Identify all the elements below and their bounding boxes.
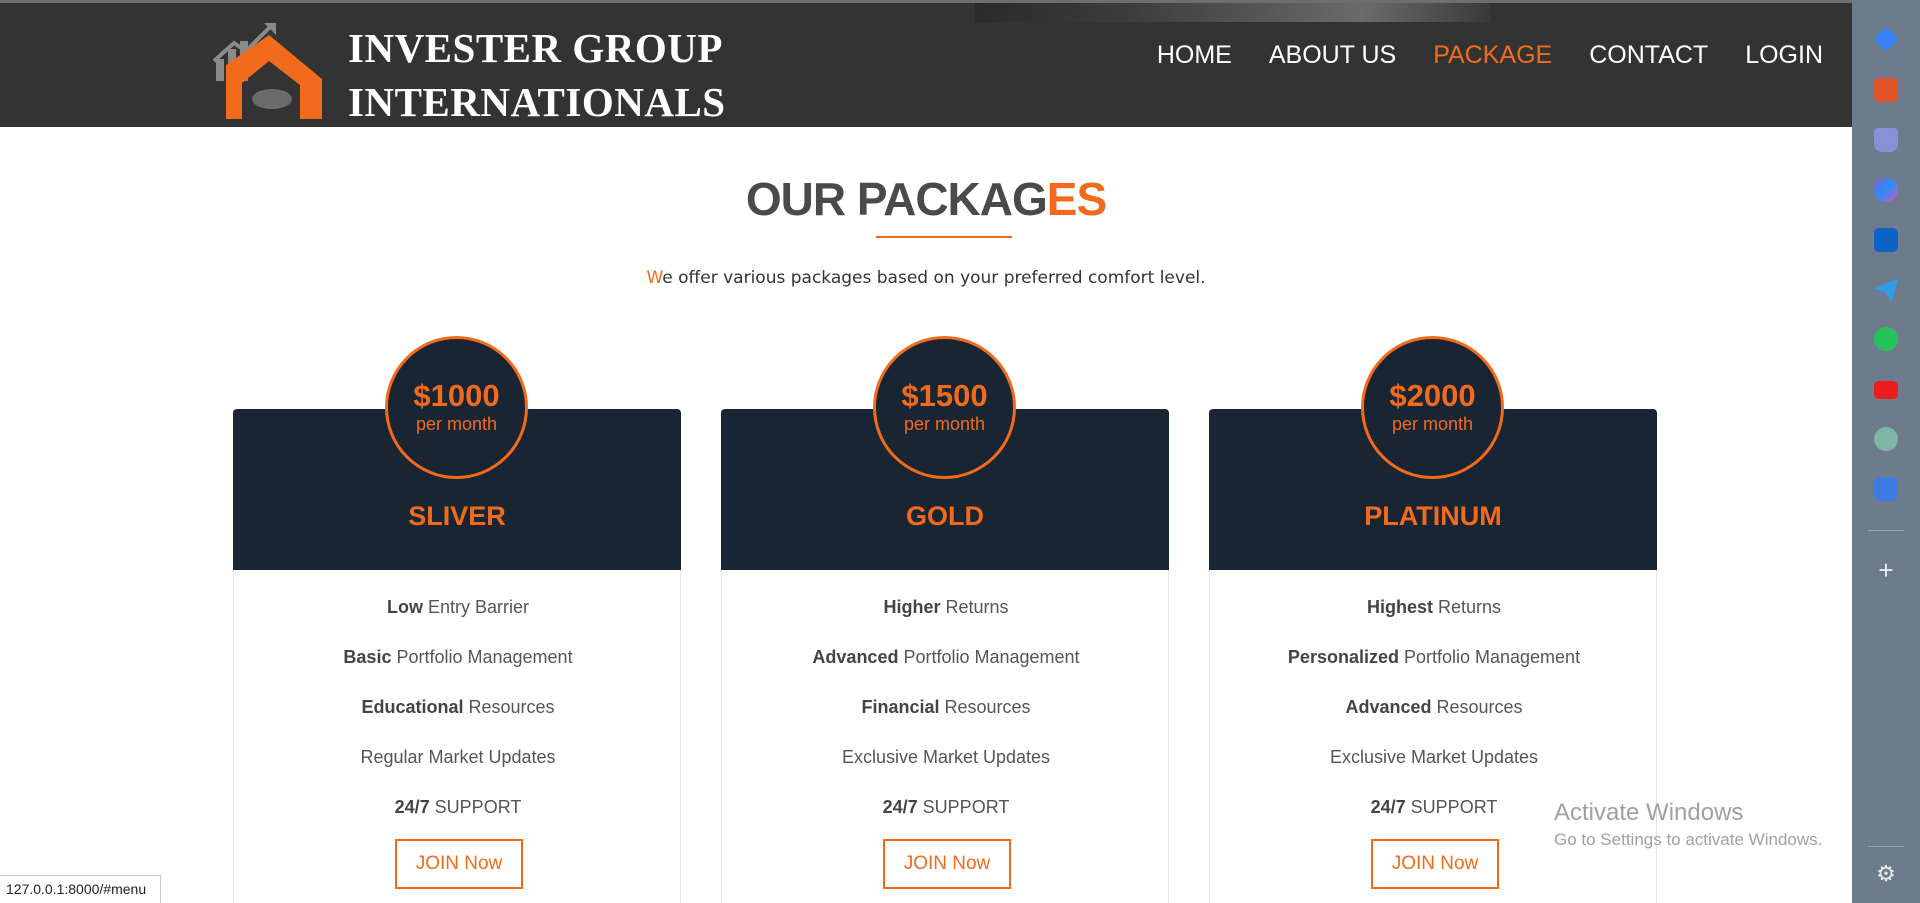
feature-list: Higher Returns Advanced Portfolio Manage… (722, 596, 1170, 846)
section-title-main: OUR PACKAG (745, 173, 1048, 225)
header-background-photo (975, 3, 1490, 22)
sidebar-divider (1868, 530, 1904, 531)
section-title: OUR PACKAGES (0, 172, 1852, 226)
package-name: GOLD (906, 501, 984, 531)
price-amount: $1000 (413, 378, 500, 413)
feature-item: Regular Market Updates (360, 747, 556, 767)
settings-gear-icon[interactable]: ⚙ (1874, 862, 1898, 886)
watermark-line1: Activate Windows (1554, 799, 1744, 826)
package-card-silver: SLIVER Low Entry Barrier Basic Portfolio… (233, 409, 681, 903)
join-now-button[interactable]: JOIN Now (883, 839, 1011, 889)
title-underline (876, 236, 1012, 238)
outlook-icon[interactable] (1874, 228, 1898, 252)
tag-icon[interactable] (1873, 26, 1899, 52)
price-period: per month (1391, 414, 1474, 434)
price-badge: $1500 per month (873, 336, 1016, 479)
chess-icon[interactable] (1874, 128, 1898, 152)
feature-item: Exclusive Market Updates (841, 747, 1051, 767)
feature-item: Basic Portfolio Management (343, 647, 573, 667)
price-amount: $2000 (1389, 378, 1476, 413)
feature-item: Financial Resources (861, 697, 1031, 717)
nav-package[interactable]: PACKAGE (1433, 39, 1552, 71)
join-now-button[interactable]: JOIN Now (395, 839, 523, 889)
site-header: INVESTER GROUP INTERNATIONALS HOME ABOUT… (0, 0, 1852, 127)
feature-item: Low Entry Barrier (386, 597, 530, 617)
brand-name-line1: INVESTER GROUP (348, 25, 723, 71)
subtitle-first-letter: W (646, 268, 663, 288)
package-name: PLATINUM (1364, 501, 1502, 531)
price-badge: $1000 per month (385, 336, 528, 479)
feature-item: Advanced Resources (1345, 697, 1523, 717)
nav-contact[interactable]: CONTACT (1589, 39, 1708, 71)
feature-item: Educational Resources (361, 697, 555, 717)
feature-item: Personalized Portfolio Management (1287, 647, 1581, 667)
price-period: per month (415, 414, 498, 434)
send-icon[interactable] (1874, 278, 1898, 302)
section-subtitle: We offer various packages based on your … (0, 268, 1852, 288)
section-title-accent: ES (1046, 173, 1107, 225)
main-nav: HOME ABOUT US PACKAGE CONTACT LOGIN (1157, 39, 1823, 71)
feature-item: Exclusive Market Updates (1329, 747, 1539, 767)
feature-item: Advanced Portfolio Management (812, 647, 1080, 667)
price-badge: $2000 per month (1361, 336, 1504, 479)
youtube-icon[interactable] (1874, 381, 1898, 399)
chatgpt-icon[interactable] (1874, 427, 1898, 451)
nav-home[interactable]: HOME (1157, 39, 1232, 71)
price-amount: $1500 (901, 378, 988, 413)
translate-icon[interactable] (1874, 477, 1898, 501)
watermark-line2: Go to Settings to activate Windows. (1554, 830, 1823, 849)
whatsapp-icon[interactable] (1874, 327, 1898, 351)
copilot-icon[interactable] (1874, 178, 1898, 202)
nav-login[interactable]: LOGIN (1745, 39, 1823, 71)
browser-sidebar: + ⚙ (1852, 0, 1920, 903)
join-now-button[interactable]: JOIN Now (1371, 839, 1499, 889)
package-card-gold: GOLD Higher Returns Advanced Portfolio M… (721, 409, 1169, 903)
subtitle-rest: e offer various packages based on your p… (662, 268, 1206, 288)
logo-icon[interactable] (212, 21, 327, 119)
price-period: per month (903, 414, 986, 434)
brand-name[interactable]: INVESTER GROUP INTERNATIONALS (348, 21, 726, 129)
activate-windows-watermark: Activate Windows Go to Settings to activ… (1554, 798, 1822, 852)
status-bar-url: 127.0.0.1:8000/#menu (0, 875, 161, 903)
add-icon[interactable]: + (1874, 557, 1898, 583)
page: INVESTER GROUP INTERNATIONALS HOME ABOUT… (0, 0, 1920, 903)
sidebar-divider (1868, 846, 1904, 847)
brand-name-line2: INTERNATIONALS (348, 79, 726, 125)
toolbox-icon[interactable] (1874, 78, 1898, 102)
nav-about-us[interactable]: ABOUT US (1269, 39, 1396, 71)
package-name: SLIVER (408, 501, 506, 531)
feature-list: Low Entry Barrier Basic Portfolio Manage… (234, 596, 682, 846)
feature-item: Highest Returns (1366, 597, 1502, 617)
feature-item: Higher Returns (883, 597, 1009, 617)
